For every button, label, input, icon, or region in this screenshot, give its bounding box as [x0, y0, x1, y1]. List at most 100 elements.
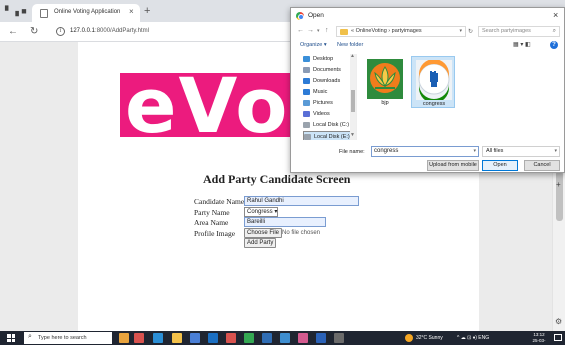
chrome-app-icon[interactable]	[244, 333, 254, 343]
nav-item-music[interactable]: Music	[303, 87, 356, 97]
path-dropdown-icon[interactable]: ▾	[459, 27, 462, 36]
nav-item-local-disk-e[interactable]: Local Disk (E:)	[303, 131, 356, 140]
widgets-app-icon[interactable]	[119, 333, 129, 343]
party-name-value: Congress	[247, 209, 273, 215]
nav-item-pictures[interactable]: Pictures	[303, 98, 356, 108]
nav-pane-scrollbar[interactable]: ▲ ▼	[350, 53, 356, 140]
taskbar-search[interactable]: ⌕ Type here to search	[24, 332, 112, 344]
bjp-lotus-image	[367, 59, 403, 99]
cancel-button[interactable]: Cancel	[524, 160, 560, 171]
file-name-label: File name:	[339, 149, 365, 155]
page-scrollbar-thumb[interactable]	[556, 171, 563, 221]
nav-item-downloads[interactable]: Downloads	[303, 76, 356, 86]
weather-icon[interactable]	[405, 334, 413, 342]
mail-app-icon[interactable]	[208, 333, 218, 343]
organize-menu[interactable]: Organize ▾	[300, 42, 327, 48]
nav-item-videos[interactable]: Videos	[303, 109, 356, 119]
dialog-toolbar: Organize ▾ New folder ▦ ▾ ◧ ?	[291, 39, 564, 52]
url-field[interactable]: 127.0.0.1:8000/AddParty.html	[70, 28, 149, 34]
new-folder-button[interactable]: New folder	[337, 42, 363, 48]
file-label: bjp	[381, 100, 389, 106]
nav-item-label: Documents	[313, 67, 341, 73]
help-icon[interactable]: ?	[550, 41, 558, 49]
edge-app-icon[interactable]	[153, 333, 163, 343]
area-name-label: Area Name	[194, 218, 229, 227]
nav-item-label: Pictures	[313, 100, 333, 106]
windows-start-icon[interactable]	[7, 334, 15, 342]
back-arrow-icon[interactable]: ←	[297, 27, 304, 34]
dialog-search-input[interactable]: Search partyimages ⌕	[478, 26, 560, 37]
notification-icon[interactable]	[554, 334, 562, 341]
candidate-name-label: Candidate Name	[194, 197, 245, 206]
page-left-margin	[0, 42, 78, 331]
word-app-icon[interactable]	[316, 333, 326, 343]
area-name-input[interactable]: Bareilli	[244, 217, 326, 227]
url-host: 127.0.0.1	[70, 28, 96, 34]
profile-icon[interactable]: ▘▗	[5, 6, 19, 16]
nav-item-label: Downloads	[313, 78, 341, 84]
nav-pane-scrollbar-thumb[interactable]	[351, 90, 355, 112]
taskbar: ⌕ Type here to search 32°C Sunny ^ ☁ ⊡ ♦…	[0, 331, 565, 345]
tab-actions-icon[interactable]: ■	[19, 6, 29, 16]
browser-tab[interactable]: Online Voting Application ×	[32, 4, 140, 22]
candidate-name-input[interactable]: Rahul Gandhi	[244, 196, 359, 206]
view-options-icon[interactable]: ▦ ▾ ◧	[513, 41, 531, 48]
folder-icon	[340, 29, 348, 35]
nav-item-documents[interactable]: Documents	[303, 65, 356, 75]
upload-from-mobile-button[interactable]: Upload from mobile	[427, 160, 479, 171]
scroll-up-icon[interactable]: ▲	[350, 53, 355, 59]
task-view-app-icon[interactable]	[134, 333, 144, 343]
add-party-button[interactable]: Add Party	[244, 238, 277, 248]
open-button[interactable]: Open	[482, 160, 518, 171]
choose-file-button[interactable]: Choose File	[244, 228, 283, 238]
info-icon[interactable]: i	[56, 27, 65, 36]
search-icon: ⌕	[28, 333, 32, 340]
tab-close-icon[interactable]: ×	[129, 7, 134, 16]
new-tab-button[interactable]: +	[144, 5, 150, 17]
dialog-search-placeholder: Search partyimages	[482, 28, 531, 34]
file-type-select[interactable]: All files ▾	[482, 146, 560, 157]
file-item-bjp[interactable]: bjp	[363, 56, 407, 108]
downloads-icon	[303, 78, 310, 84]
notepad-app-icon[interactable]	[262, 333, 272, 343]
file-explorer-app-icon[interactable]	[172, 333, 182, 343]
weather-text[interactable]: 32°C Sunny	[416, 335, 443, 341]
paint-app-icon[interactable]	[298, 333, 308, 343]
sidebar-settings-icon[interactable]: ⚙	[555, 317, 562, 326]
recent-dropdown-icon[interactable]: ▾	[317, 28, 320, 34]
file-item-congress[interactable]: congress	[411, 56, 455, 108]
no-file-text: No file chosen	[282, 230, 321, 236]
up-arrow-icon[interactable]: ↑	[325, 27, 329, 34]
sidebar-plus-icon[interactable]: +	[556, 180, 561, 189]
url-path: :8000/AddParty.html	[95, 28, 149, 34]
nav-item-desktop[interactable]: Desktop	[303, 54, 356, 64]
file-name-value: congress	[374, 148, 399, 154]
music-icon	[303, 89, 310, 95]
reload-icon[interactable]: ↻	[30, 26, 38, 37]
store-app-icon[interactable]	[190, 333, 200, 343]
taskbar-clock[interactable]: 13:12 25-03-2024	[528, 332, 550, 345]
back-icon[interactable]: ←	[8, 26, 18, 37]
python-app-icon[interactable]	[280, 333, 290, 343]
terminal-app-icon[interactable]	[334, 333, 344, 343]
dialog-nav-pane: Desktop Documents Downloads Music Pictur…	[299, 54, 357, 140]
dialog-close-icon[interactable]: ×	[553, 10, 558, 20]
party-name-label: Party Name	[194, 208, 230, 217]
chrome-icon	[296, 12, 304, 20]
nav-item-local-disk-c[interactable]: Local Disk (C:)	[303, 120, 356, 130]
forward-arrow-icon[interactable]: →	[307, 27, 314, 34]
page-title: Add Party Candidate Screen	[203, 172, 351, 186]
system-tray-icons[interactable]: ^ ☁ ⊡ ♦) ENG	[457, 335, 489, 341]
file-name-dropdown-icon[interactable]: ▾	[473, 147, 476, 156]
profile-image-label: Profile Image	[194, 229, 236, 238]
scroll-down-icon[interactable]: ▼	[350, 132, 355, 138]
documents-icon	[303, 67, 310, 73]
dialog-title: Open	[308, 12, 324, 19]
path-field[interactable]: « OnlineVoting › partyimages ▾	[336, 26, 466, 37]
dialog-titlebar: Open ×	[291, 8, 564, 24]
nav-item-label: Local Disk (C:)	[313, 122, 350, 128]
photos-app-icon[interactable]	[226, 333, 236, 343]
file-name-input[interactable]: congress ▾	[371, 146, 479, 157]
refresh-icon[interactable]: ↻	[468, 28, 473, 35]
party-name-select[interactable]: Congress ▾	[244, 207, 278, 217]
